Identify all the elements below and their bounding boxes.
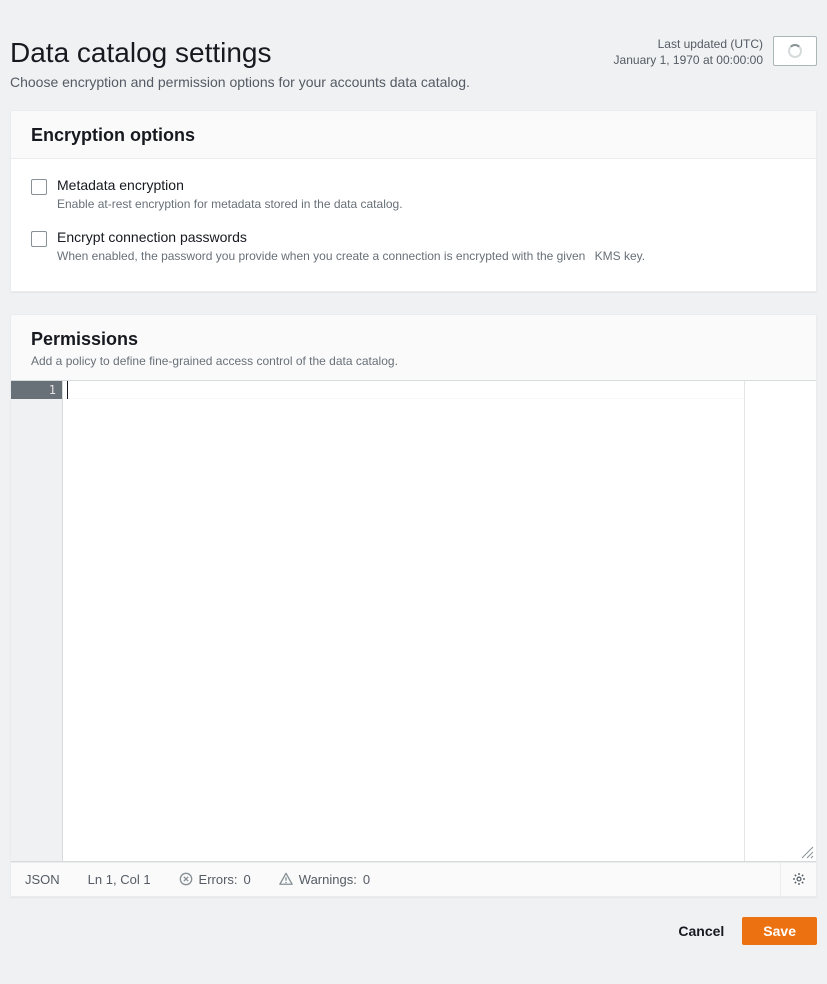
page-header: Data catalog settings Choose encryption … [10, 36, 817, 90]
warnings-count: 0 [363, 872, 370, 887]
last-updated-column: Last updated (UTC) January 1, 1970 at 00… [614, 36, 817, 68]
policy-editor-wrap: 1 [11, 380, 816, 862]
page-footer: Cancel Save [10, 897, 817, 945]
permissions-panel: Permissions Add a policy to define fine-… [10, 314, 817, 897]
refresh-button[interactable] [773, 36, 817, 66]
error-icon [179, 872, 193, 886]
encrypt-passwords-hint-prefix: When enabled, the password you provide w… [57, 249, 585, 263]
permissions-title: Permissions [31, 329, 796, 350]
loading-spinner-icon [788, 44, 802, 58]
status-position: Ln 1, Col 1 [74, 863, 165, 896]
last-updated-label: Last updated (UTC) [614, 36, 763, 52]
page-title: Data catalog settings [10, 36, 470, 70]
title-column: Data catalog settings Choose encryption … [10, 36, 470, 90]
encryption-options-body: Metadata encryption Enable at-rest encry… [11, 159, 816, 291]
encrypt-passwords-label: Encrypt connection passwords [57, 229, 645, 245]
metadata-encryption-checkbox[interactable] [31, 179, 47, 195]
editor-settings-button[interactable] [780, 863, 816, 896]
warning-icon [279, 872, 293, 886]
editor-right-margin [744, 381, 816, 861]
editor-code-area[interactable] [63, 381, 744, 861]
metadata-encryption-text: Metadata encryption Enable at-rest encry… [57, 177, 403, 211]
encrypt-passwords-text: Encrypt connection passwords When enable… [57, 229, 645, 263]
editor-gutter: 1 [11, 381, 63, 861]
gear-icon [792, 872, 806, 886]
status-warnings: Warnings: 0 [265, 863, 384, 896]
metadata-encryption-row: Metadata encryption Enable at-rest encry… [31, 173, 796, 221]
cancel-button[interactable]: Cancel [674, 917, 728, 945]
encryption-options-panel: Encryption options Metadata encryption E… [10, 110, 817, 292]
permissions-header: Permissions Add a policy to define fine-… [11, 315, 816, 380]
encrypt-passwords-checkbox[interactable] [31, 231, 47, 247]
encrypt-passwords-hint: When enabled, the password you provide w… [57, 249, 645, 263]
errors-count: 0 [244, 872, 251, 887]
editor-cursor [67, 381, 68, 399]
last-updated-value: January 1, 1970 at 00:00:00 [614, 52, 763, 68]
encryption-options-title: Encryption options [31, 125, 796, 146]
page-description: Choose encryption and permission options… [10, 74, 470, 90]
kms-key-text: KMS key. [595, 249, 645, 263]
metadata-encryption-label: Metadata encryption [57, 177, 403, 193]
warnings-label: Warnings: [299, 872, 357, 887]
metadata-encryption-hint: Enable at-rest encryption for metadata s… [57, 197, 403, 211]
permissions-description: Add a policy to define fine-grained acce… [31, 354, 796, 368]
editor-statusbar: JSON Ln 1, Col 1 Errors: 0 Warnings: 0 [11, 862, 816, 896]
encrypt-passwords-row: Encrypt connection passwords When enable… [31, 221, 796, 273]
status-errors: Errors: 0 [165, 863, 265, 896]
status-language: JSON [11, 863, 74, 896]
code-line-1 [63, 381, 744, 399]
policy-editor[interactable]: 1 [11, 381, 816, 861]
encryption-options-header: Encryption options [11, 111, 816, 159]
save-button[interactable]: Save [742, 917, 817, 945]
last-updated-text: Last updated (UTC) January 1, 1970 at 00… [614, 36, 763, 68]
gutter-line-1: 1 [11, 381, 62, 399]
errors-label: Errors: [199, 872, 238, 887]
